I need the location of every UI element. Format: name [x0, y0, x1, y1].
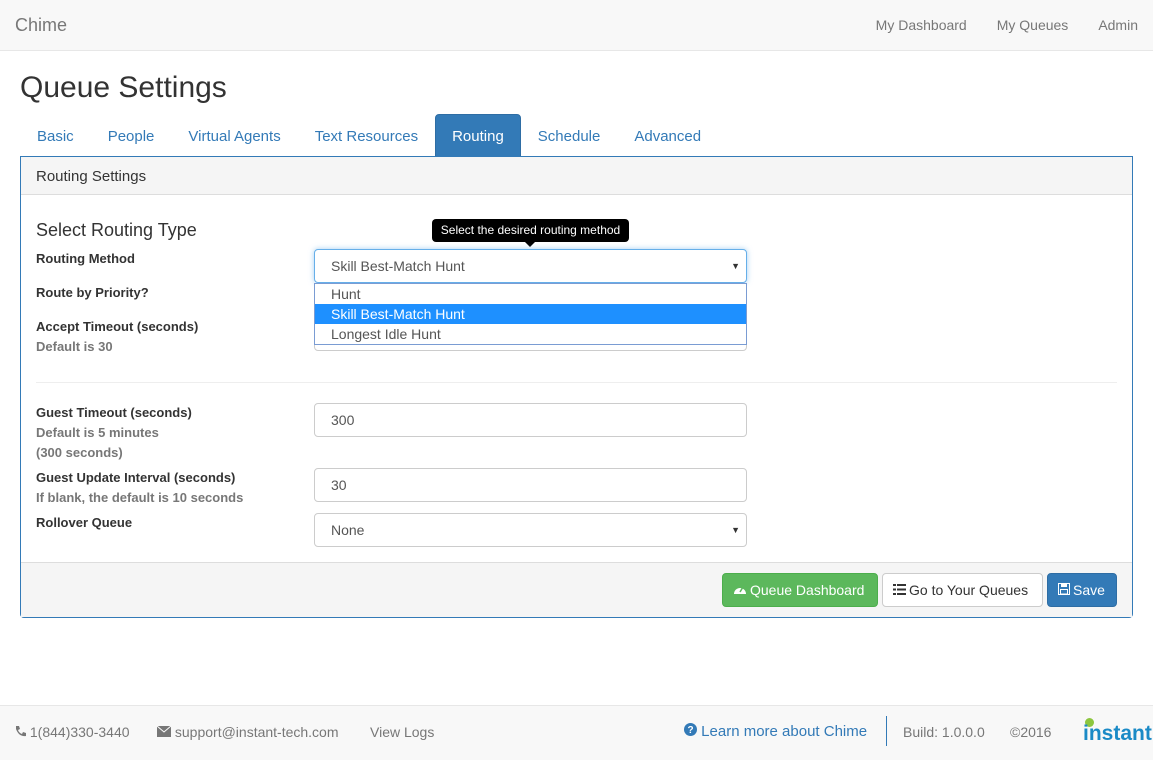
routing-method-options: Hunt Skill Best-Match Hunt Longest Idle … [314, 283, 747, 345]
guest-timeout-label: Guest Timeout (seconds) [36, 405, 192, 420]
svg-text:?: ? [687, 725, 693, 736]
queue-dashboard-button[interactable]: Queue Dashboard [722, 573, 878, 607]
dashboard-icon [733, 575, 747, 607]
guest-timeout-input[interactable]: 300 [314, 403, 747, 437]
tooltip-arrow [525, 242, 535, 247]
tab-schedule[interactable]: Schedule [521, 114, 618, 157]
save-label: Save [1073, 582, 1105, 598]
save-button[interactable]: Save [1047, 573, 1117, 607]
page-footer: 1(844)330-3440 support@instant-tech.com … [0, 705, 1153, 760]
footer-separator [886, 716, 887, 746]
routing-method-label: Routing Method [36, 251, 135, 266]
guest-timeout-help-2: (300 seconds) [36, 445, 123, 460]
chevron-down-icon: ▼ [731, 261, 740, 271]
build-version: Build: 1.0.0.0 [903, 724, 985, 740]
routing-method-tooltip: Select the desired routing method [432, 219, 629, 247]
section-divider [36, 382, 1117, 383]
rollover-queue-label: Rollover Queue [36, 515, 133, 530]
rollover-queue-value: None [331, 522, 365, 538]
tooltip-text: Select the desired routing method [440, 223, 621, 237]
guest-timeout-help-1: Default is 5 minutes [36, 425, 159, 440]
panel-footer: Queue Dashboard Go to Your Queues Save [21, 562, 1132, 617]
settings-tabs: Basic People Virtual Agents Text Resourc… [20, 114, 1133, 157]
copyright: ©2016 [1010, 724, 1052, 740]
nav-my-queues[interactable]: My Queues [982, 0, 1084, 50]
instant-logo: instant [1083, 722, 1152, 745]
learn-more-text: Learn more about Chime [701, 723, 868, 740]
phone-number: 1(844)330-3440 [29, 724, 130, 740]
guest-update-interval-value: 30 [331, 477, 347, 493]
guest-update-interval-help: If blank, the default is 10 seconds [36, 490, 244, 505]
guest-update-interval-input[interactable]: 30 [314, 468, 747, 502]
nav-my-dashboard[interactable]: My Dashboard [861, 0, 982, 50]
learn-more-link[interactable]: ? Learn more about Chime [684, 723, 867, 740]
section-title: Select Routing Type [36, 220, 197, 240]
tab-people[interactable]: People [91, 114, 172, 157]
tab-routing[interactable]: Routing [435, 114, 521, 157]
footer-email[interactable]: support@instant-tech.com [156, 724, 339, 740]
chevron-down-icon: ▼ [731, 525, 740, 535]
list-icon [893, 575, 906, 607]
option-longest-idle-hunt[interactable]: Longest Idle Hunt [315, 324, 746, 344]
top-navbar: Chime My Dashboard My Queues Admin [0, 0, 1153, 51]
tab-virtual-agents[interactable]: Virtual Agents [171, 114, 297, 157]
panel-heading: Routing Settings [21, 157, 1132, 195]
route-by-priority-label: Route by Priority? [36, 285, 149, 300]
queue-dashboard-label: Queue Dashboard [750, 582, 865, 598]
accept-timeout-help: Default is 30 [36, 339, 113, 354]
view-logs-link[interactable]: View Logs [370, 724, 434, 740]
rollover-queue-select[interactable]: None ▼ [314, 513, 747, 547]
routing-method-value: Skill Best-Match Hunt [331, 258, 465, 274]
tab-basic[interactable]: Basic [20, 114, 91, 157]
routing-settings-panel: Routing Settings Select Routing Type Sel… [20, 156, 1133, 618]
nav-links: My Dashboard My Queues Admin [861, 0, 1153, 50]
phone-icon [15, 724, 30, 740]
tab-advanced[interactable]: Advanced [617, 114, 718, 157]
brand-logo[interactable]: Chime [15, 15, 67, 36]
envelope-icon [156, 724, 175, 740]
nav-admin[interactable]: Admin [1083, 0, 1153, 50]
email-address: support@instant-tech.com [174, 724, 339, 740]
routing-method-select[interactable]: Skill Best-Match Hunt ▼ [314, 249, 747, 283]
go-to-your-queues-label: Go to Your Queues [909, 582, 1029, 598]
floppy-icon [1058, 575, 1070, 607]
tab-text-resources[interactable]: Text Resources [298, 114, 435, 157]
go-to-your-queues-button[interactable]: Go to Your Queues [882, 573, 1043, 607]
question-circle-icon: ? [684, 723, 701, 740]
accept-timeout-label: Accept Timeout (seconds) [36, 319, 199, 334]
page-title: Queue Settings [20, 71, 227, 104]
footer-phone: 1(844)330-3440 [15, 724, 130, 740]
option-hunt[interactable]: Hunt [315, 284, 746, 304]
option-skill-best-match-hunt[interactable]: Skill Best-Match Hunt [315, 304, 746, 324]
guest-update-interval-label: Guest Update Interval (seconds) [36, 470, 236, 485]
guest-timeout-value: 300 [331, 412, 355, 428]
